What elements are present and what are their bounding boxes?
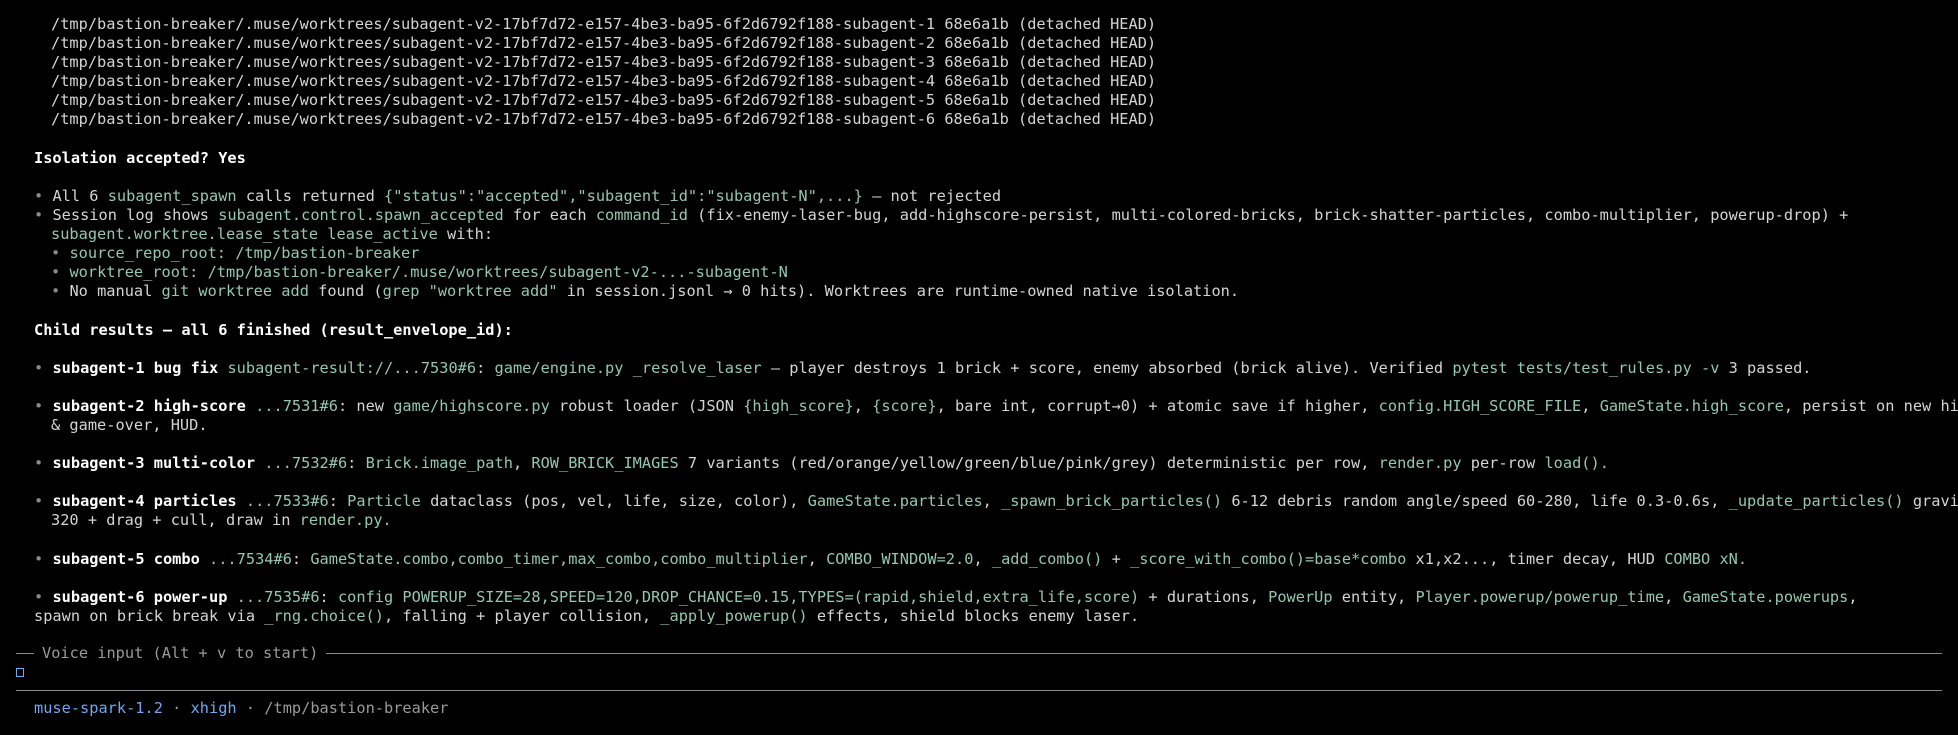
bullet-icon: •: [34, 205, 44, 224]
bullet-icon: •: [34, 358, 44, 377]
code-span: COMBO xN.: [1664, 549, 1748, 568]
child-result-5: • subagent-5 combo ...7534#6: GameState.…: [34, 549, 1748, 568]
divider-line: [16, 652, 34, 654]
isolation-sub-bullet-1: • source_repo_root: /tmp/bastion-breaker: [0, 244, 1958, 263]
code-span: source_repo_root: /tmp/bastion-breaker: [69, 244, 420, 263]
code-span: ...7532#6: [264, 454, 348, 473]
code-span: Player.powerup/powerup_time: [1415, 587, 1665, 606]
status-separator: ·: [236, 699, 265, 717]
code-span: config POWERUP_SIZE=28,SPEED=120,DROP_CH…: [337, 587, 1140, 606]
divider-line: [326, 652, 1942, 654]
code-span: command_id: [595, 205, 688, 224]
code-span: GameState.particles: [807, 492, 983, 511]
code-span: render.py.: [299, 511, 392, 530]
isolation-bullet-2-cont: subagent.worktree.lease_state lease_acti…: [51, 225, 494, 244]
code-span: GameState.high_score: [1599, 396, 1784, 415]
code-span: render.py: [1378, 454, 1462, 473]
isolation-bullet-2: • Session log shows subagent.control.spa…: [34, 205, 1849, 224]
code-span: _apply_powerup(): [660, 606, 808, 625]
code-span: git worktree add: [161, 282, 309, 301]
worktree-line: /tmp/bastion-breaker/.muse/worktrees/sub…: [51, 110, 1157, 129]
code-span: _spawn_brick_particles(): [1001, 492, 1223, 511]
working-directory: /tmp/bastion-breaker: [264, 699, 449, 717]
child-result-4: • subagent-4 particles ...7533#6: Partic…: [34, 492, 1958, 511]
bullet-icon: •: [51, 244, 61, 263]
code-span: GameState.combo,combo_timer,max_combo,co…: [310, 549, 808, 568]
code-span: ...7535#6: [236, 587, 320, 606]
code-span: ...7531#6: [255, 396, 338, 415]
bullet-icon: •: [51, 282, 61, 301]
child-result-6-cont: spawn on brick break via _rng.choice(), …: [34, 606, 1140, 625]
status-separator: ·: [162, 699, 191, 717]
code-span: _rng.choice(): [264, 606, 384, 625]
child-result-1: • subagent-1 bug fix subagent-result://.…: [34, 358, 1812, 377]
code-span: _add_combo(): [991, 549, 1103, 568]
worktree-line: /tmp/bastion-breaker/.muse/worktrees/sub…: [51, 34, 1157, 53]
code-span: worktree_root: /tmp/bastion-breaker/.mus…: [69, 263, 788, 282]
isolation-heading: Isolation accepted? Yes: [34, 148, 246, 167]
input-cursor-icon[interactable]: [16, 668, 24, 677]
isolation-sub-bullet-3: • No manual git worktree add found (grep…: [51, 282, 1240, 301]
code-span: _score_with_combo()=base*combo: [1130, 549, 1407, 568]
code-span: PowerUp: [1268, 587, 1333, 606]
children-heading: Child results — all 6 finished (result_e…: [34, 320, 513, 339]
isolation-bullet-1: • All 6 subagent_spawn calls returned {"…: [34, 186, 1002, 205]
worktree-line: /tmp/bastion-breaker/.muse/worktrees/sub…: [51, 72, 1157, 91]
code-span: GameState.powerups: [1682, 587, 1849, 606]
code-span: grep "worktree add": [382, 282, 558, 301]
code-span: subagent.control.spawn_accepted: [218, 205, 504, 224]
voice-input-label: Voice input (Alt + v to start): [42, 644, 319, 662]
bullet-icon: •: [34, 492, 44, 511]
effort-level: xhigh: [190, 699, 237, 717]
code-span: subagent-result://...7530#6: [227, 358, 477, 377]
worktree-line: /tmp/bastion-breaker/.muse/worktrees/sub…: [51, 15, 1157, 33]
code-span: _update_particles(): [1728, 492, 1904, 511]
code-span: COMBO_WINDOW=2.0: [826, 549, 974, 568]
model-name: muse-spark-1.2: [34, 699, 163, 717]
bullet-icon: •: [34, 186, 44, 205]
code-span: {"status":"accepted","subagent_id":"suba…: [384, 186, 863, 205]
bullet-icon: •: [34, 587, 44, 606]
code-span: lease_active: [327, 225, 438, 244]
child-result-4-cont: 320 + drag + cull, draw in render.py.: [51, 511, 392, 530]
child-result-6: • subagent-6 power-up ...7535#6: config …: [34, 587, 1858, 606]
code-span: pytest tests/test_rules.py -v: [1452, 358, 1720, 377]
status-bar: muse-spark-1.2 · xhigh · /tmp/bastion-br…: [34, 699, 448, 718]
code-span: ROW_BRICK_IMAGES: [531, 454, 679, 473]
code-span: load().: [1544, 454, 1609, 473]
code-span: {high_score}: [743, 396, 854, 415]
isolation-sub-bullet-2: • worktree_root: /tmp/bastion-breaker/.m…: [0, 263, 1958, 282]
worktree-line: /tmp/bastion-breaker/.muse/worktrees/sub…: [51, 53, 1157, 72]
bullet-icon: •: [34, 454, 44, 473]
worktree-line: /tmp/bastion-breaker/.muse/worktrees/sub…: [51, 91, 1157, 110]
terminal-output: /tmp/bastion-breaker/.muse/worktrees/sub…: [0, 15, 1958, 626]
code-span: Particle: [347, 492, 421, 511]
child-result-2-cont: & game-over, HUD.: [51, 415, 208, 434]
code-span: {score}: [872, 396, 937, 415]
code-span: config.HIGH_SCORE_FILE: [1378, 396, 1582, 415]
code-span: subagent_spawn: [107, 186, 237, 205]
code-span: game/highscore.py: [393, 396, 550, 415]
code-span: ...7533#6: [245, 492, 329, 511]
bullet-icon: •: [51, 263, 61, 282]
child-result-3: • subagent-3 multi-color ...7532#6: Bric…: [34, 454, 1609, 473]
code-span: Brick.image_path: [365, 454, 513, 473]
code-span: _resolve_laser: [632, 358, 762, 377]
voice-input-divider: Voice input (Alt + v to start): [16, 643, 1942, 663]
code-span: ...7534#6: [209, 549, 292, 568]
code-span: game/engine.py: [494, 358, 624, 377]
bullet-icon: •: [34, 396, 44, 415]
bullet-icon: •: [34, 549, 44, 568]
code-span: subagent.worktree.lease_state: [51, 225, 319, 244]
input-bottom-divider: [16, 690, 1942, 691]
child-result-2: • subagent-2 high-score ...7531#6: new g…: [34, 396, 1958, 415]
